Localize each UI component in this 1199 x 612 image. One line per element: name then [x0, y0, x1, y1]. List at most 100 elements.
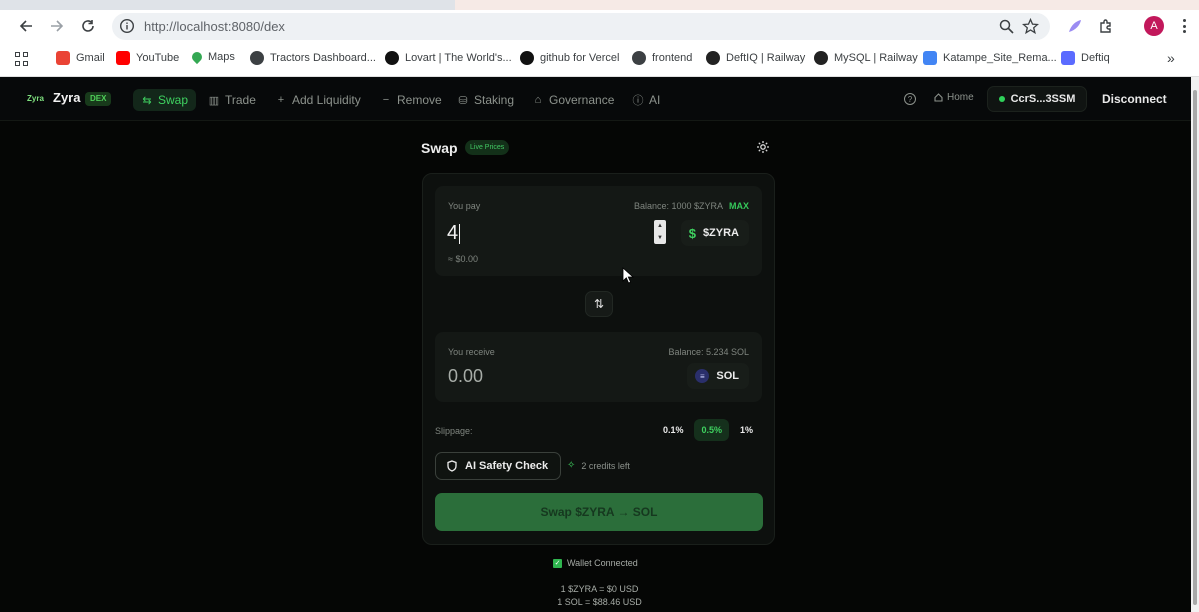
rate-zyra: 1 $ZYRA = $0 USD: [560, 584, 639, 594]
minus-icon: −: [382, 94, 390, 106]
pay-token-selector[interactable]: $ $ZYRA: [680, 220, 749, 246]
docs-icon: [923, 51, 937, 65]
bookmark-label: MySQL | Railway: [834, 52, 918, 64]
ai-credits: ✧ 2 credits left: [567, 460, 630, 471]
swap-icon: ⇆: [142, 94, 152, 107]
nav-swap[interactable]: ⇆ Swap: [133, 89, 197, 111]
shield-icon: [447, 460, 457, 472]
bookmark-item[interactable]: Deftiq: [1061, 51, 1110, 65]
bookmark-star-icon[interactable]: [1022, 18, 1039, 35]
sparkle-icon: ✧: [567, 460, 576, 471]
wallet-address-button[interactable]: CcrS...3SSM: [987, 86, 1087, 112]
bookmark-item[interactable]: YouTube: [116, 51, 179, 65]
governance-icon: ⌂: [534, 94, 542, 106]
bookmark-label: Lovart | The World's...: [405, 52, 512, 64]
bookmark-item[interactable]: Lovart | The World's...: [385, 51, 512, 65]
browser-menu-button[interactable]: [1178, 17, 1190, 35]
receive-token-selector[interactable]: ≡ SOL: [687, 363, 749, 389]
slippage-option[interactable]: 0.5%: [694, 419, 729, 441]
staking-icon: ⛁: [458, 94, 468, 107]
stepper-down-icon[interactable]: ▼: [657, 235, 663, 241]
live-prices-badge: Live Prices: [465, 140, 510, 155]
amount-stepper[interactable]: ▲ ▼: [654, 220, 666, 244]
pay-balance-text: Balance: 1000 $ZYRA: [633, 201, 723, 211]
zoom-icon[interactable]: [998, 18, 1015, 35]
bookmark-item[interactable]: DeftIQ | Railway: [706, 51, 805, 65]
bookmark-item[interactable]: Maps: [189, 49, 235, 65]
forward-button[interactable]: [45, 14, 69, 38]
ai-icon: ⓘ: [632, 95, 644, 107]
receive-token-symbol: SOL: [716, 370, 739, 382]
logo-text[interactable]: Zyra: [53, 90, 80, 105]
nav-label: Add Liquidity: [292, 93, 361, 107]
maps-icon: [189, 49, 205, 65]
slippage-label: Slippage:: [435, 426, 473, 436]
globe-icon: [250, 51, 264, 65]
home-icon: [934, 93, 943, 102]
reload-button[interactable]: [76, 14, 100, 38]
more-bookmarks-button[interactable]: »: [1167, 50, 1175, 66]
url-text: http://localhost:8080/dex: [144, 19, 285, 34]
bookmark-label: github for Vercel: [540, 52, 620, 64]
settings-gear-icon[interactable]: [756, 140, 770, 154]
nav-staking[interactable]: ⛁ Staking: [449, 89, 522, 111]
pay-amount-input[interactable]: [447, 220, 637, 246]
bookmark-item[interactable]: Katampe_Site_Rema...: [923, 51, 1057, 65]
nav-trade[interactable]: ▥ Trade: [200, 89, 264, 111]
bookmark-item[interactable]: frontend: [632, 51, 692, 65]
nav-governance[interactable]: ⌂ Governance: [524, 89, 622, 111]
connected-dot-icon: [998, 96, 1005, 102]
bookmark-item[interactable]: MySQL | Railway: [814, 51, 918, 65]
scrollbar-thumb[interactable]: [1193, 90, 1197, 605]
text-caret: [459, 224, 460, 244]
swap-card: You pay Balance: 1000 $ZYRA MAX ▲ ▼ $ $Z…: [422, 173, 775, 545]
nav-label: Staking: [474, 93, 515, 107]
bookmark-label: Katampe_Site_Rema...: [943, 52, 1057, 64]
ai-safety-check-label: AI Safety Check: [465, 460, 549, 472]
extensions-menu-button[interactable]: [1095, 15, 1117, 37]
back-button[interactable]: [14, 14, 38, 38]
lovart-icon: [385, 51, 399, 65]
wallet-status: ✓ Wallet Connected: [553, 558, 638, 568]
arrow-left-icon: [19, 20, 32, 32]
bookmark-label: frontend: [652, 52, 693, 64]
bookmark-item[interactable]: Gmail: [56, 51, 105, 65]
ai-safety-check-button[interactable]: AI Safety Check: [435, 452, 561, 480]
extension-button[interactable]: [1064, 15, 1086, 37]
nav-remove[interactable]: − Remove: [372, 89, 450, 111]
disconnect-button[interactable]: Disconnect: [1096, 90, 1173, 108]
arrow-right-icon: [51, 20, 64, 32]
receive-amount: 0.00: [448, 366, 484, 386]
address-bar[interactable]: http://localhost:8080/dex: [112, 13, 1050, 40]
nav-ai[interactable]: ⓘ AI: [624, 89, 668, 111]
slippage-options: 0.1% 0.5% 1%: [656, 419, 760, 441]
puzzle-icon: [1100, 19, 1111, 33]
slippage-option[interactable]: 0.1%: [656, 419, 691, 441]
logo-badge: DEX: [85, 92, 112, 106]
bookmark-label: Tractors Dashboard...: [270, 52, 376, 64]
sol-token-icon: ≡: [695, 369, 710, 383]
top-navigation: Zyra Zyra DEX ⇆ Swap ▥ Trade + Add Liquidity −…: [0, 77, 1191, 121]
max-button[interactable]: MAX: [729, 201, 749, 211]
pay-usd-value: ≈ $0.00: [448, 254, 478, 264]
bookmark-item[interactable]: github for Vercel: [520, 51, 620, 65]
bookmarks-bar: Gmail YouTube Maps Tractors Dashboard... Lov…: [0, 43, 1199, 77]
pay-label: You pay: [448, 201, 481, 211]
home-link[interactable]: Home: [934, 92, 974, 103]
bookmark-item[interactable]: Tractors Dashboard...: [250, 51, 376, 65]
slippage-option[interactable]: 1%: [733, 419, 760, 441]
nav-label: Trade: [225, 93, 256, 107]
profile-avatar[interactable]: A: [1144, 16, 1164, 36]
plus-icon: +: [277, 94, 285, 106]
receive-field: You receive Balance: 5.234 SOL 0.00 ≡ SO…: [435, 332, 762, 402]
stepper-up-icon[interactable]: ▲: [657, 223, 663, 229]
chart-icon: ▥: [208, 94, 220, 107]
nav-add-liquidity[interactable]: + Add Liquidity: [267, 89, 369, 111]
globe-icon: [632, 51, 646, 65]
help-icon[interactable]: ?: [904, 93, 916, 105]
site-info-icon[interactable]: [119, 18, 135, 34]
wallet-status-text: Wallet Connected: [567, 558, 638, 568]
apps-grid-icon[interactable]: [15, 52, 29, 66]
flip-tokens-button[interactable]: ⇅: [585, 291, 613, 317]
swap-submit-button[interactable]: Swap $ZYRA → SOL: [435, 493, 763, 531]
